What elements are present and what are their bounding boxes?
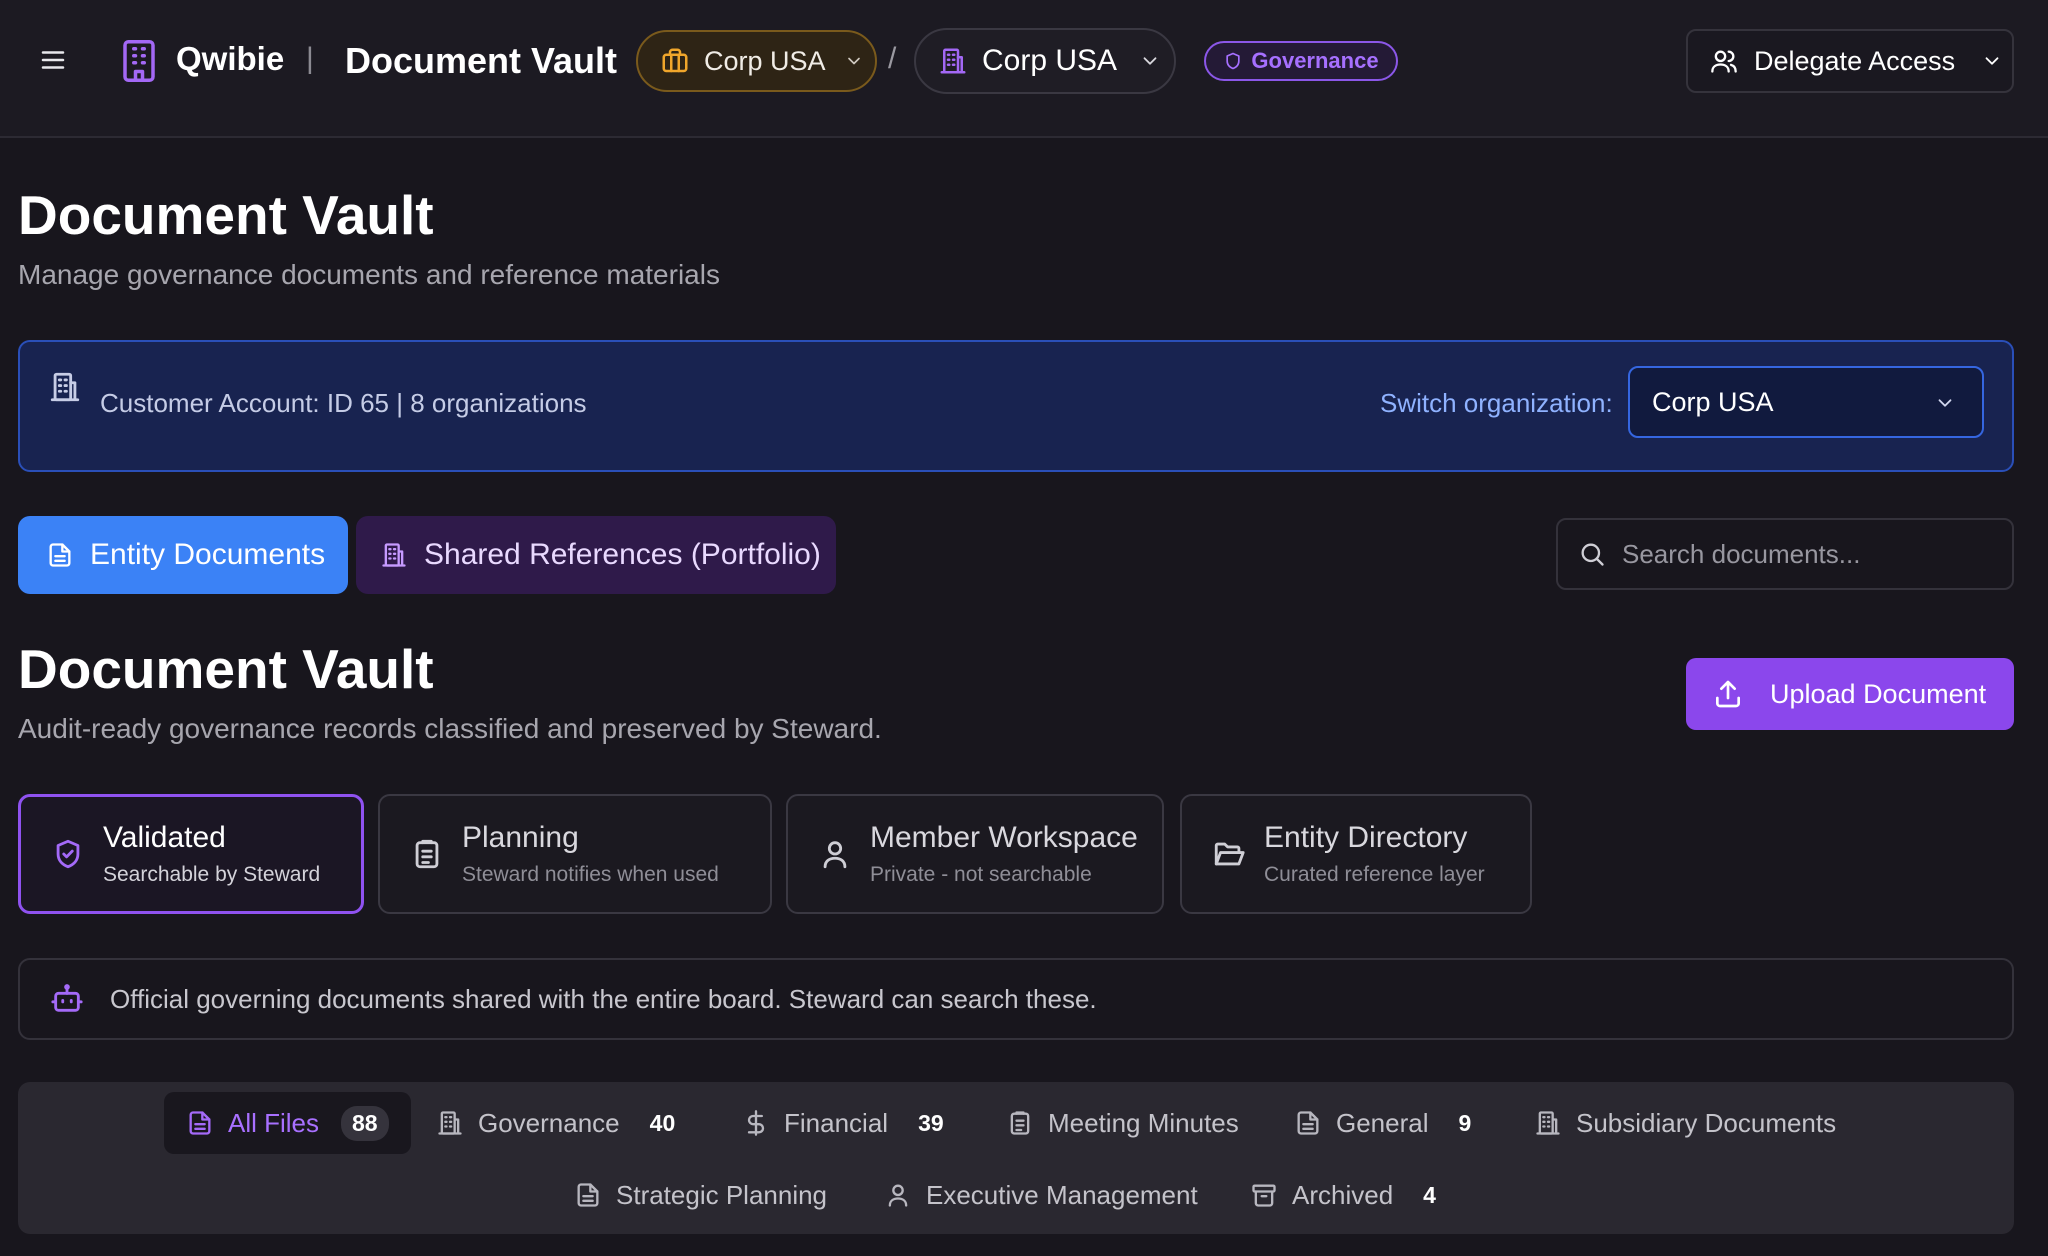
switch-organization-select[interactable]: Corp USA <box>1628 366 1984 438</box>
category-label: Strategic Planning <box>616 1179 828 1210</box>
category-financial[interactable]: Financial 39 <box>742 1092 944 1154</box>
building-icon <box>938 46 968 76</box>
user-icon <box>884 1181 912 1209</box>
classification-subtitle: Curated reference layer <box>1264 863 1485 886</box>
shield-icon <box>1223 51 1243 71</box>
category-count: 4 <box>1423 1181 1436 1208</box>
chevron-down-icon <box>844 51 864 71</box>
breadcrumb-separator: / <box>888 42 897 75</box>
category-count: 40 <box>649 1109 676 1136</box>
file-icon <box>186 1109 214 1137</box>
folder-open-icon <box>1212 837 1246 871</box>
file-icon <box>1294 1109 1322 1137</box>
chevron-down-icon <box>1139 50 1161 72</box>
category-count: 39 <box>918 1109 944 1136</box>
category-filter-panel: All Files 88 Governance 40 Financial 39 … <box>18 1082 2014 1234</box>
classification-subtitle: Searchable by Steward <box>103 863 321 886</box>
category-label: Subsidiary Documents <box>1576 1107 1837 1138</box>
classification-info-bar: Official governing documents shared with… <box>18 958 2014 1040</box>
building-icon <box>48 370 82 404</box>
chevron-down-icon <box>1981 50 2003 72</box>
category-general[interactable]: General 9 <box>1294 1092 1471 1154</box>
tab-entity-documents[interactable]: Entity Documents <box>18 516 348 594</box>
category-executive-management[interactable]: Executive Management <box>884 1164 1198 1226</box>
delegate-access-label: Delegate Access <box>1754 45 1956 76</box>
upload-document-button[interactable]: Upload Document <box>1686 658 2014 730</box>
brand-separator: | <box>306 42 314 75</box>
governance-badge: Governance <box>1204 41 1398 81</box>
user-icon <box>818 837 852 871</box>
category-strategic-planning[interactable]: Strategic Planning <box>574 1164 827 1226</box>
archive-icon <box>1250 1181 1278 1209</box>
chevron-down-icon <box>1934 392 1956 414</box>
tab-shared-references-label: Shared References (Portfolio) <box>424 538 821 571</box>
classification-card-entity-directory[interactable]: Entity Directory Curated reference layer <box>1180 794 1532 914</box>
brand-name[interactable]: Qwibie <box>176 40 284 78</box>
category-governance[interactable]: Governance 40 <box>436 1092 675 1154</box>
shield-check-icon <box>51 837 85 871</box>
category-count: 9 <box>1458 1109 1472 1136</box>
top-bar: Qwibie | Document Vault Corp USA / Corp … <box>0 0 2048 138</box>
classification-subtitle: Steward notifies when used <box>462 863 719 886</box>
app-page-name: Document Vault <box>345 40 618 81</box>
classification-info-text: Official governing documents shared with… <box>110 983 1097 1014</box>
search-icon <box>1578 540 1606 568</box>
customer-account-text: Customer Account: ID 65 | 8 organization… <box>100 388 587 418</box>
page-subtitle: Manage governance documents and referenc… <box>18 259 720 290</box>
clipboard-icon <box>1006 1109 1034 1137</box>
classification-title: Member Workspace <box>870 821 1138 854</box>
classification-card-member-workspace[interactable]: Member Workspace Private - not searchabl… <box>786 794 1164 914</box>
org-selector[interactable]: Corp USA <box>914 28 1176 94</box>
briefcase-icon <box>660 46 690 76</box>
search-box[interactable] <box>1556 518 2014 590</box>
dollar-icon <box>742 1109 770 1137</box>
governance-badge-label: Governance <box>1251 48 1379 73</box>
building-icon <box>118 38 160 84</box>
category-count: 88 <box>341 1105 389 1141</box>
category-archived[interactable]: Archived 4 <box>1250 1164 1436 1226</box>
parent-org-selector[interactable]: Corp USA <box>636 30 877 92</box>
customer-account-banner: Customer Account: ID 65 | 8 organization… <box>18 340 2014 472</box>
page-title: Document Vault <box>18 184 434 246</box>
category-label: All Files <box>228 1107 320 1138</box>
vault-title: Document Vault <box>18 638 434 700</box>
category-subsidiary-documents[interactable]: Subsidiary Documents <box>1534 1092 1836 1154</box>
parent-org-label: Corp USA <box>704 45 826 76</box>
org-label: Corp USA <box>982 44 1118 77</box>
classification-card-planning[interactable]: Planning Steward notifies when used <box>378 794 772 914</box>
hamburger-menu-icon[interactable] <box>38 45 68 75</box>
selected-organization: Corp USA <box>1652 386 1774 417</box>
classification-card-validated[interactable]: Validated Searchable by Steward <box>18 794 364 914</box>
category-label: General <box>1336 1107 1429 1138</box>
search-input[interactable] <box>1622 538 2002 570</box>
building-icon <box>380 541 408 569</box>
classification-title: Entity Directory <box>1264 821 1468 854</box>
classification-title: Validated <box>103 821 226 854</box>
bot-icon <box>50 982 84 1016</box>
category-all-files[interactable]: All Files 88 <box>164 1092 411 1154</box>
category-label: Governance <box>478 1107 620 1138</box>
building-icon <box>436 1109 464 1137</box>
category-label: Financial <box>784 1107 889 1138</box>
classification-title: Planning <box>462 821 579 854</box>
tab-shared-references[interactable]: Shared References (Portfolio) <box>356 516 836 594</box>
category-label: Executive Management <box>926 1179 1198 1210</box>
category-meeting-minutes[interactable]: Meeting Minutes <box>1006 1092 1239 1154</box>
vault-subtitle: Audit-ready governance records classifie… <box>18 713 882 744</box>
file-icon <box>574 1181 602 1209</box>
upload-icon <box>1712 678 1744 710</box>
category-label: Meeting Minutes <box>1048 1107 1239 1138</box>
category-label: Archived <box>1292 1179 1394 1210</box>
classification-subtitle: Private - not searchable <box>870 863 1092 886</box>
switch-organization-label: Switch organization: <box>1380 388 1613 418</box>
upload-document-label: Upload Document <box>1770 678 1987 709</box>
tab-entity-documents-label: Entity Documents <box>90 538 326 571</box>
building-icon <box>1534 1109 1562 1137</box>
clipboard-icon <box>410 837 444 871</box>
users-icon <box>1710 47 1738 75</box>
file-text-icon <box>46 541 74 569</box>
delegate-access-button[interactable]: Delegate Access <box>1686 29 2014 93</box>
